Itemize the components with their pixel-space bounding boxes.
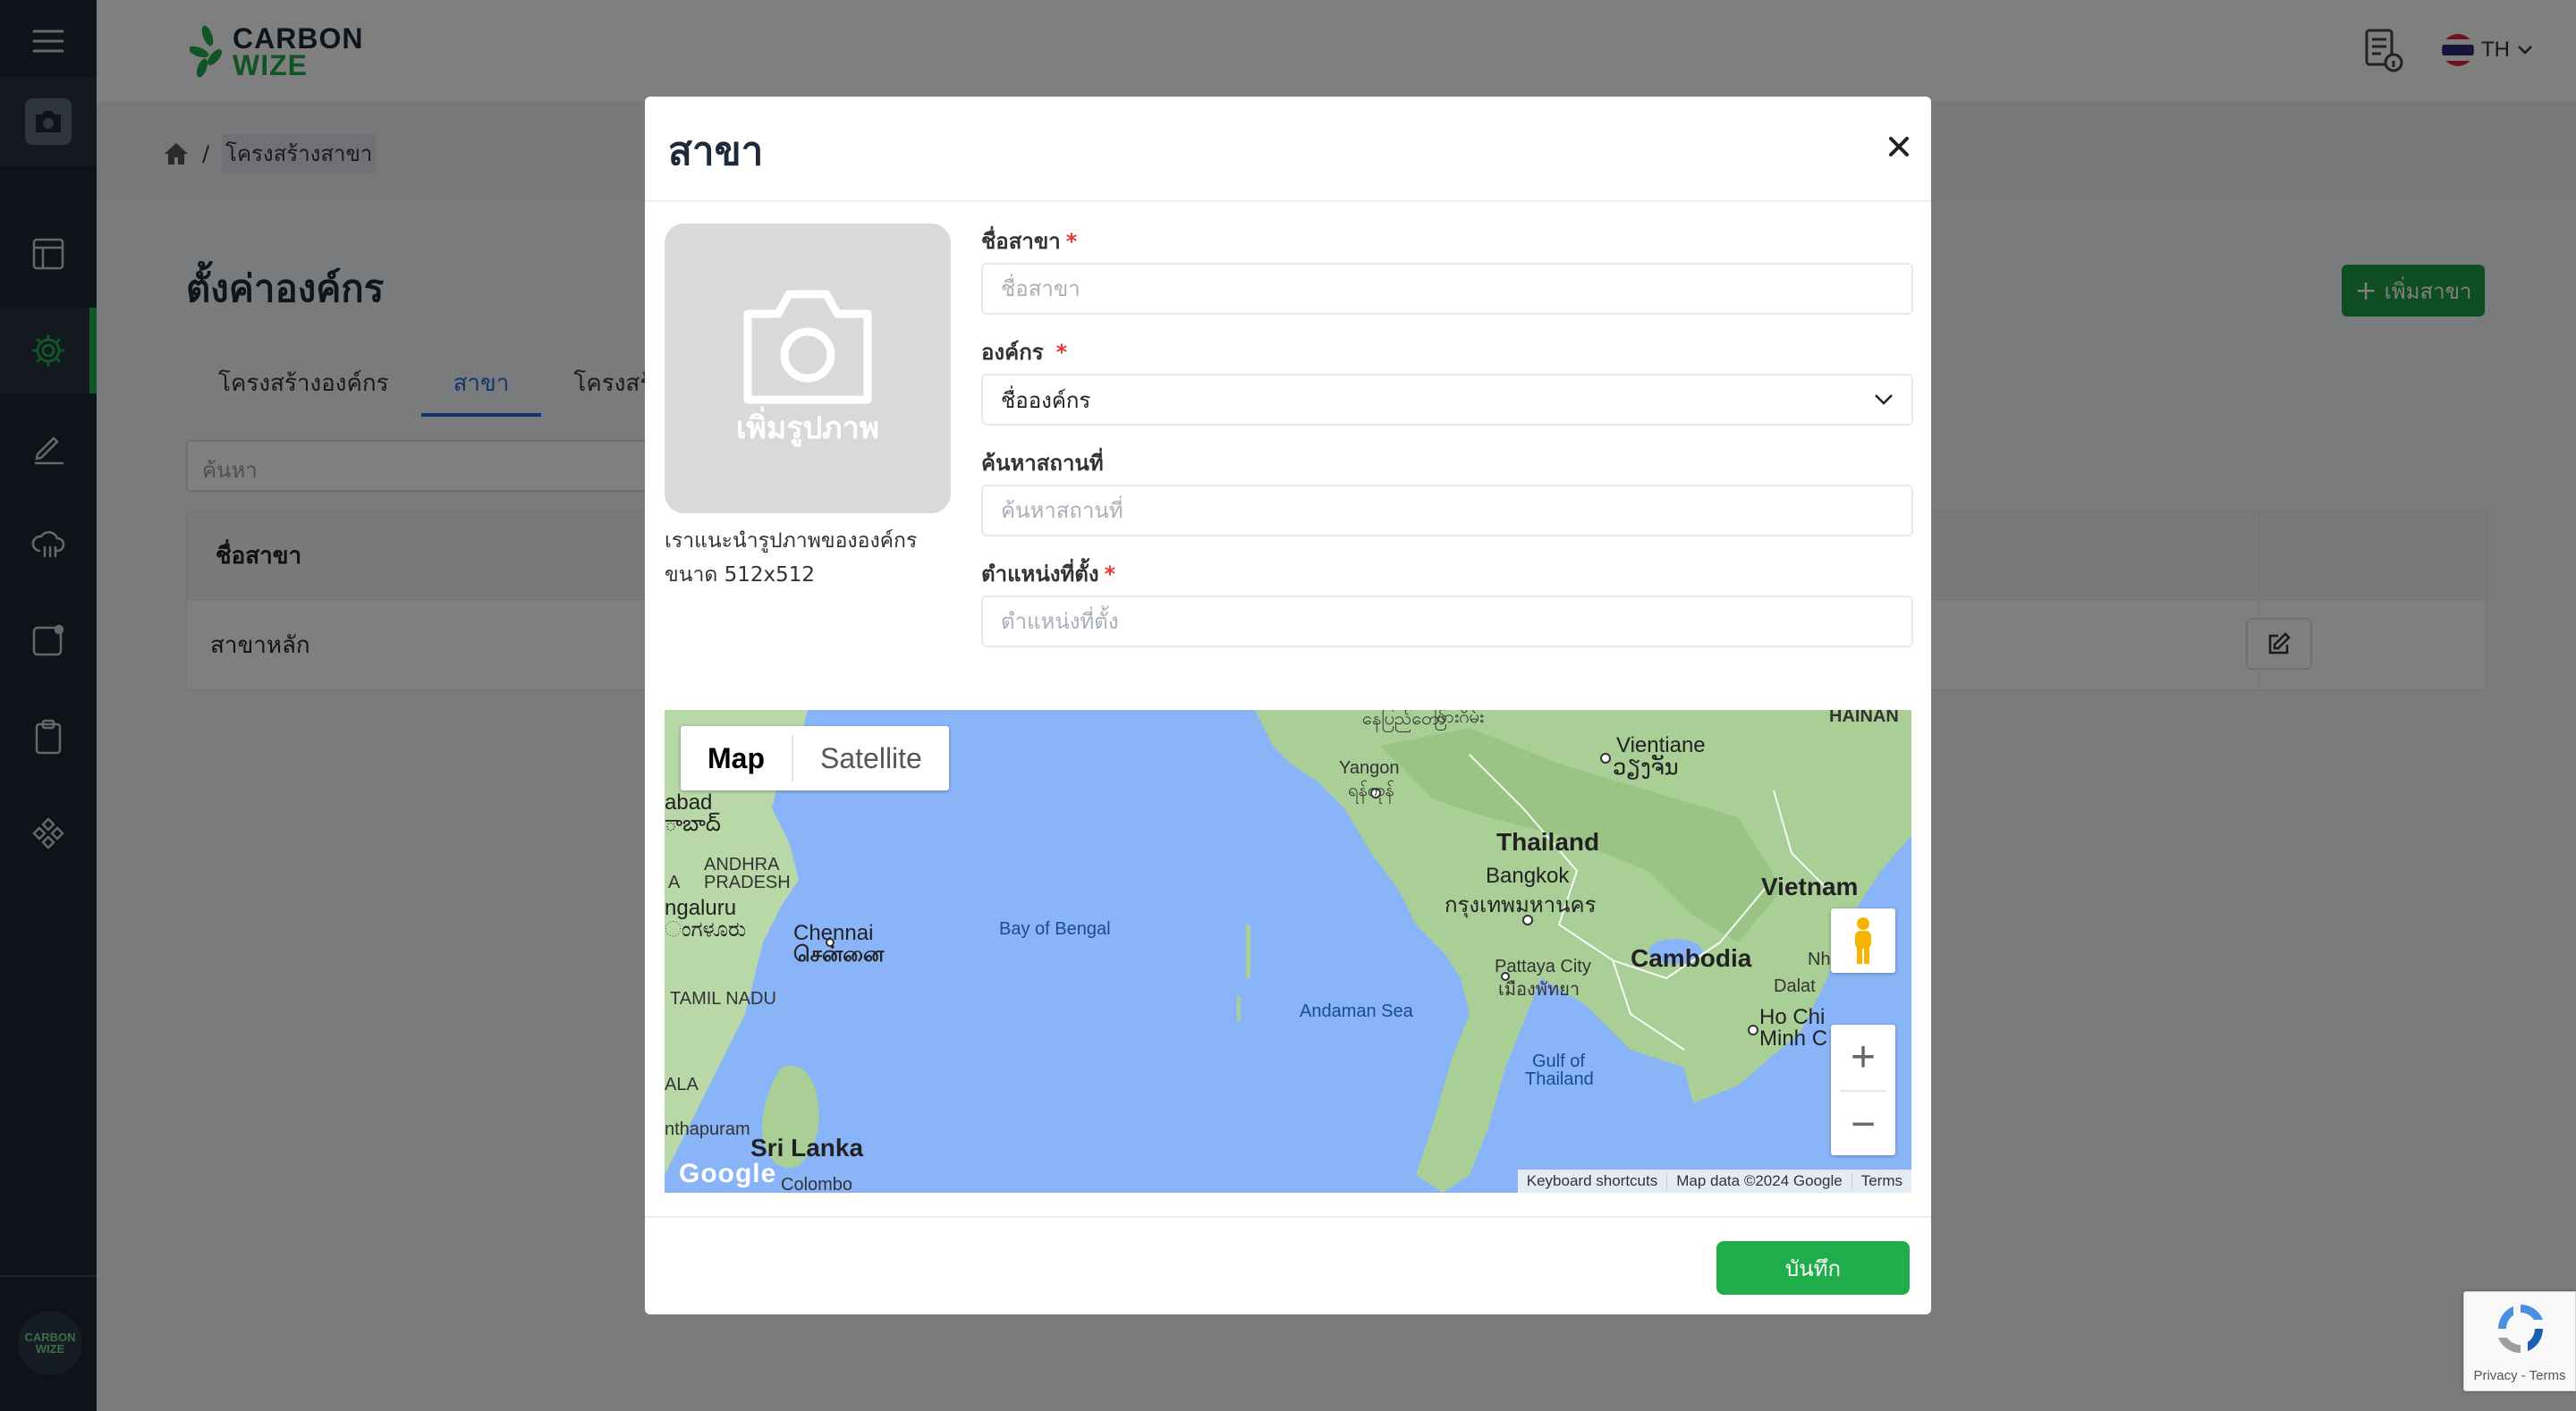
chevron-down-icon: [1875, 394, 1893, 405]
map-label-vietnam: Vietnam: [1761, 873, 1859, 900]
photo-hint-line1: เราแนะนำรูปภาพขององค์กร: [665, 529, 918, 553]
map-label-chennai-ta: சென்னை: [793, 942, 885, 967]
recaptcha-links[interactable]: Privacy - Terms: [2464, 1368, 2575, 1383]
map-type-satellite-button[interactable]: Satellite: [793, 726, 949, 790]
map-label-yangon: Yangon: [1339, 758, 1400, 778]
map-label-bangkok: Bangkok: [1486, 864, 1570, 888]
branch-name-label: ชื่อสาขา *: [981, 229, 1078, 254]
photo-hint-line2: ขนาด 512x512: [665, 563, 816, 587]
modal-title: สาขา: [668, 129, 764, 174]
recaptcha-icon: [2498, 1305, 2543, 1353]
photo-upload[interactable]: เพิ่มรูปภาพ: [665, 224, 951, 513]
map-label-pradesh: PRADESH: [704, 873, 791, 892]
map-label-bangkok-th: กรุงเทพมหานคร: [1445, 893, 1597, 917]
modal-footer: บันทึก: [645, 1216, 1931, 1314]
map-label-tamil-nadu: TAMIL NADU: [670, 989, 776, 1009]
close-icon[interactable]: [1885, 132, 1913, 161]
recaptcha-badge[interactable]: Privacy - Terms: [2463, 1291, 2576, 1391]
map-label-a: A: [668, 873, 681, 892]
map-label-bengaluru-kn: ಂಗಳೂರು: [665, 917, 747, 942]
pegman-icon: [1855, 917, 1871, 964]
save-button[interactable]: บันทึก: [1716, 1241, 1910, 1295]
map-label-hcmc-2: Minh C: [1759, 1027, 1828, 1051]
street-view-button[interactable]: [1831, 908, 1895, 973]
org-select-value: ชื่อองค์กร: [1001, 387, 1091, 413]
keyboard-shortcuts-link[interactable]: Keyboard shortcuts: [1518, 1172, 1666, 1190]
map-label-thiruvananthapuram: nthapuram: [665, 1120, 750, 1139]
map-footer: Keyboard shortcuts Map data ©2024 Google…: [1517, 1170, 1911, 1193]
zoom-out-button[interactable]: −: [1831, 1092, 1895, 1157]
zoom-in-button[interactable]: +: [1831, 1025, 1895, 1090]
map-label-hainan: HAINAN: [1829, 710, 1899, 726]
location-label: ตำแหน่งที่ตั้ง *: [981, 562, 1116, 587]
terms-link[interactable]: Terms: [1851, 1172, 1911, 1190]
map-label-bay-of-bengal: Bay of Bengal: [999, 919, 1111, 939]
map-type-toggle: Map Satellite: [681, 726, 949, 790]
map-label-gulf-2: Thailand: [1525, 1069, 1594, 1089]
search-place-input[interactable]: [981, 485, 1913, 537]
map-label-cambodia: Cambodia: [1631, 944, 1752, 972]
map-label-yangon-my: ရန်ကုန်: [1348, 781, 1394, 800]
map-label-vientiane-lo: ວຽງຈັນ: [1613, 756, 1679, 780]
org-select[interactable]: ชื่อองค์กร: [981, 374, 1913, 426]
camera-icon: [743, 290, 872, 404]
map-label-top: ဖြားဂိမ်း: [1434, 710, 1485, 727]
map-view[interactable]: Thailand Bangkok กรุงเทพมหานคร Vietnam C…: [665, 710, 1911, 1193]
map-label-hyderabad-te: ాబాద్: [665, 812, 721, 836]
map-label-thailand: Thailand: [1496, 828, 1600, 856]
photo-hint: เราแนะนำรูปภาพขององค์กร ขนาด 512x512: [665, 524, 951, 592]
map-data-credit: Map data ©2024 Google: [1666, 1172, 1852, 1190]
search-place-label: ค้นหาสถานที่: [981, 451, 1104, 476]
branch-modal: สาขา เพิ่มรูปภาพ เราแนะนำรูปภาพขององค์กร…: [645, 97, 1931, 1314]
photo-upload-label: เพิ่มรูปภาพ: [735, 410, 880, 446]
branch-name-input[interactable]: [981, 263, 1913, 315]
map-label-colombo: Colombo: [781, 1175, 853, 1193]
map-label-pattaya-th: เมืองพัทยา: [1498, 980, 1580, 1000]
map-label-andaman-sea: Andaman Sea: [1300, 1001, 1413, 1021]
map-label-dalat: Dalat: [1774, 976, 1816, 996]
org-label: องค์กร *: [981, 340, 1068, 365]
map-label-kerala: ALA: [665, 1075, 699, 1094]
location-input[interactable]: [981, 596, 1913, 647]
zoom-controls: + −: [1831, 1025, 1895, 1155]
google-logo: Google: [679, 1159, 777, 1188]
modal-header: สาขา: [645, 97, 1931, 202]
map-type-map-button[interactable]: Map: [681, 726, 792, 790]
